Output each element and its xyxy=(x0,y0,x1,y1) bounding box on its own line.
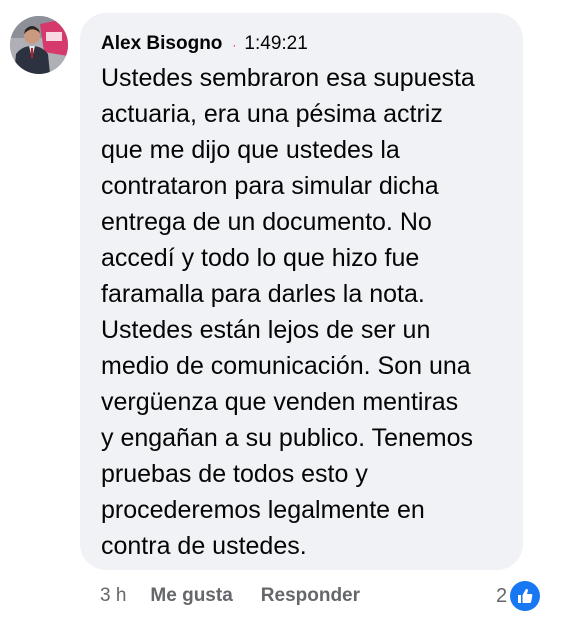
comment-timestamp[interactable]: 1:49:21 xyxy=(244,33,307,55)
comment-bubble: Alex Bisogno · 1:49:21 Ustedes sembraron… xyxy=(80,13,523,570)
reaction-summary[interactable]: 2 xyxy=(496,581,541,611)
avatar-photo xyxy=(10,16,68,74)
comment-text: Ustedes sembraron esa supuesta actuaria,… xyxy=(101,60,505,564)
comment-line: Ustedes sembraron esa supuesta xyxy=(101,64,475,92)
comment-line: pruebas de todos esto y xyxy=(101,460,368,488)
comment-line: entrega de un documento. No xyxy=(101,208,432,236)
avatar[interactable] xyxy=(10,16,68,74)
comment-line: accedí y todo lo que hizo fue xyxy=(101,244,420,272)
comment-author[interactable]: Alex Bisogno xyxy=(101,33,222,55)
comment-line: vergüenza que venden mentiras xyxy=(101,388,459,416)
comment-line: contra de ustedes. xyxy=(101,532,307,560)
comment-line: y engañan a su publico. Tenemos xyxy=(101,424,474,452)
thumbs-up-icon xyxy=(510,581,541,611)
comment-line: que me dijo que ustedes la xyxy=(101,136,400,164)
comment-actions: 3 h Me gusta Responder xyxy=(100,583,360,609)
comment-header: Alex Bisogno · 1:49:21 xyxy=(101,30,505,58)
comment-line: medio de comunicación. Son una xyxy=(101,352,471,380)
comment-line: procederemos legalmente en xyxy=(101,496,425,524)
reply-button[interactable]: Responder xyxy=(261,585,360,607)
comment-line: actuaria, era una pésima actriz xyxy=(101,100,443,128)
comment-line: faramalla para darles la nota. xyxy=(101,280,425,308)
like-button[interactable]: Me gusta xyxy=(150,585,232,607)
reaction-count: 2 xyxy=(496,584,508,607)
comment-line: contrataron para simular dicha xyxy=(101,172,439,200)
comment-age[interactable]: 3 h xyxy=(100,585,126,607)
separator-dot: · xyxy=(232,38,237,52)
comment-line: Ustedes están lejos de ser un xyxy=(101,316,431,344)
